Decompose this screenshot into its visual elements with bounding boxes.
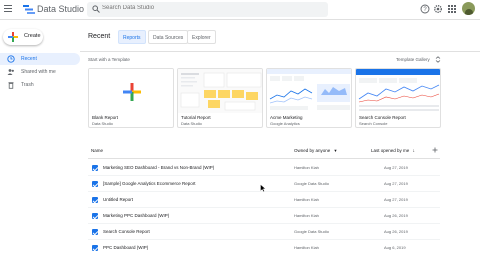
column-header-name[interactable]: Name xyxy=(91,148,103,153)
search-icon xyxy=(92,5,100,13)
template-thumbnail xyxy=(356,69,440,113)
clock-icon xyxy=(7,55,15,63)
template-thumbnail xyxy=(178,69,262,113)
template-card-acme-marketing[interactable]: Acme Marketing Google Analytics xyxy=(266,68,352,128)
template-source: Search Console xyxy=(359,121,388,126)
sidebar-item-label: Trash xyxy=(21,82,34,88)
template-gallery-toggle[interactable]: Template Gallery xyxy=(396,57,430,62)
unfold-icon[interactable] xyxy=(435,56,441,63)
mouse-pointer-icon xyxy=(260,184,266,192)
report-name: Marketing PPC Dashboard (WIP) xyxy=(103,213,170,218)
sidebar-item-recent[interactable]: Recent xyxy=(0,53,80,65)
template-source: Data Studio xyxy=(181,121,202,126)
people-icon xyxy=(7,69,14,75)
apps-grid-icon[interactable] xyxy=(447,4,457,14)
report-icon xyxy=(92,213,98,219)
template-source: Google Analytics xyxy=(270,121,300,126)
table-row[interactable]: Marketing PPC Dashboard (WIP) Hamilton K… xyxy=(88,208,440,224)
report-owner: Google Data Studio xyxy=(294,229,329,234)
report-owner: Hamilton Kiah xyxy=(294,197,319,202)
plus-icon xyxy=(8,32,18,42)
table-row[interactable]: Search Console Report Google Data Studio… xyxy=(88,224,440,240)
report-icon xyxy=(92,165,98,171)
search-bar[interactable] xyxy=(87,2,328,17)
template-card-search-console[interactable]: Search Console Report Search Console xyxy=(355,68,441,128)
report-name: [Sample] Google Analytics Ecommerce Repo… xyxy=(103,181,196,186)
report-icon xyxy=(92,197,98,203)
help-icon[interactable]: ? xyxy=(420,4,430,14)
template-source: Data Studio xyxy=(92,121,113,126)
acme-thumbnail-graphic xyxy=(267,69,351,113)
owner-filter-label: Owned by anyone xyxy=(294,148,331,153)
table-row[interactable]: PPC Dashboard (WIP) Hamilton Kiah Aug 6,… xyxy=(88,240,440,254)
template-title: Blank Report xyxy=(92,115,119,120)
report-icon xyxy=(92,181,98,187)
template-card-tutorial[interactable]: Tutorial Report Data Studio xyxy=(177,68,263,128)
page-title: Recent xyxy=(88,33,111,40)
divider xyxy=(88,158,440,159)
sidebar-item-shared[interactable]: Shared with me xyxy=(0,66,80,78)
template-title: Search Console Report xyxy=(359,115,406,120)
report-name: Untitled Report xyxy=(103,197,134,202)
template-card-blank[interactable]: Blank Report Data Studio xyxy=(88,68,174,128)
report-owner: Hamilton Kiah xyxy=(294,245,319,250)
report-date: Aug 27, 2019 xyxy=(384,165,408,170)
template-thumbnail xyxy=(89,69,173,113)
tutorial-thumbnail-graphic xyxy=(178,69,262,113)
report-name: PPC Dashboard (WIP) xyxy=(103,245,149,250)
report-date: Aug 27, 2019 xyxy=(384,197,408,202)
report-owner: Google Data Studio xyxy=(294,181,329,186)
column-header-last-opened[interactable]: Last opened by me ↓ xyxy=(371,148,415,154)
template-title: Acme Marketing xyxy=(270,115,303,120)
table-row[interactable]: Untitled Report Hamilton Kiah Aug 27, 20… xyxy=(88,192,440,208)
add-icon[interactable] xyxy=(432,147,438,153)
plus-icon xyxy=(123,83,141,101)
sidebar-item-label: Shared with me xyxy=(21,69,56,75)
report-date: Aug 26, 2019 xyxy=(384,229,408,234)
sort-arrow-down-icon: ↓ xyxy=(412,148,416,154)
hamburger-menu-icon[interactable] xyxy=(4,5,12,13)
search-console-thumbnail-graphic xyxy=(356,69,440,113)
create-label: Create xyxy=(24,33,41,39)
user-avatar[interactable] xyxy=(462,2,475,15)
last-opened-label: Last opened by me xyxy=(371,148,410,153)
data-studio-logo-icon xyxy=(23,5,35,14)
template-thumbnail xyxy=(267,69,351,113)
template-section-label: Start with a Template xyxy=(88,57,130,62)
template-title: Tutorial Report xyxy=(181,115,211,120)
tab-data-sources[interactable]: Data Sources xyxy=(148,30,189,44)
create-button[interactable]: Create xyxy=(3,29,43,45)
report-date: Aug 27, 2019 xyxy=(384,181,408,186)
report-date: Aug 6, 2019 xyxy=(384,245,406,250)
column-header-owner[interactable]: Owned by anyone ▼ xyxy=(294,148,338,153)
trash-icon xyxy=(8,82,14,89)
sidebar-item-label: Recent xyxy=(21,56,37,62)
settings-gear-icon[interactable] xyxy=(433,4,443,14)
sidebar-item-trash[interactable]: Trash xyxy=(0,79,80,91)
report-owner: Hamilton Kiah xyxy=(294,213,319,218)
report-owner: Hamilton Kiah xyxy=(294,165,319,170)
report-icon xyxy=(92,245,98,251)
tab-reports[interactable]: Reports xyxy=(118,30,146,44)
dropdown-arrow-icon: ▼ xyxy=(333,148,338,153)
app-title: Data Studio xyxy=(37,4,85,14)
report-name: Marketing SEO Dashboard - Brand vs Non-B… xyxy=(103,165,215,170)
report-icon xyxy=(92,229,98,235)
tab-explorer[interactable]: Explorer xyxy=(187,30,216,44)
divider xyxy=(80,51,480,52)
search-input[interactable] xyxy=(102,5,302,11)
top-app-bar: Data Studio ? xyxy=(0,0,480,20)
report-date: Aug 26, 2019 xyxy=(384,213,408,218)
report-name: Search Console Report xyxy=(103,229,150,234)
table-row[interactable]: Marketing SEO Dashboard - Brand vs Non-B… xyxy=(88,160,440,176)
